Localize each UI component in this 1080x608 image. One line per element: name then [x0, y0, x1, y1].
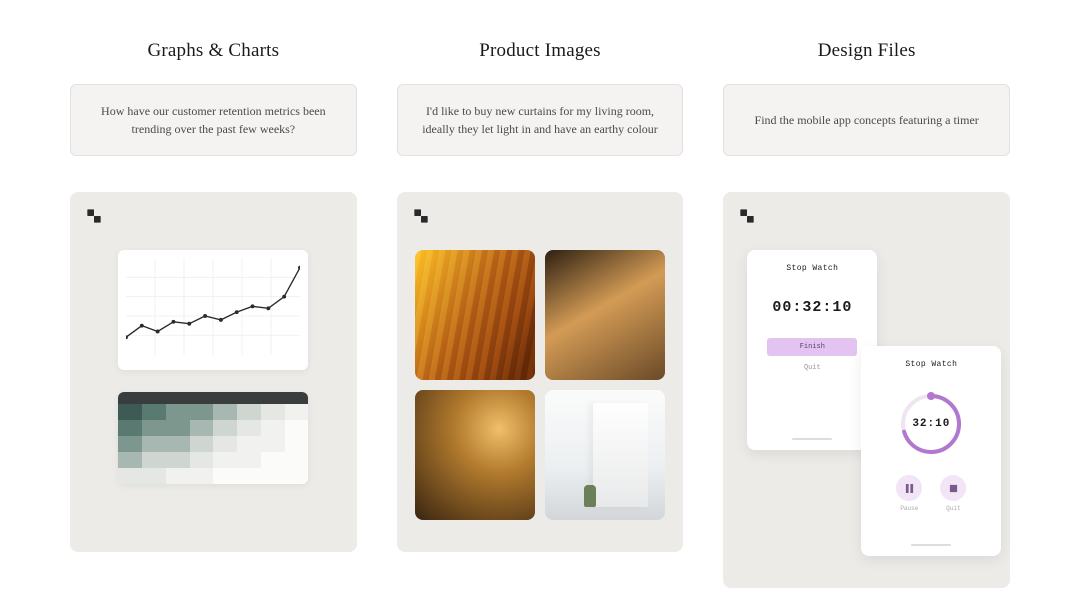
prompt-box[interactable]: How have our customer retention metrics … — [70, 84, 357, 156]
ring-time: 32:10 — [912, 418, 950, 430]
pause-label: Pause — [900, 505, 918, 512]
stopwatch-time: 00:32:10 — [772, 299, 852, 316]
column-title: Product Images — [479, 40, 601, 62]
phone-mockup-a: Stop Watch 00:32:10 Finish Quit — [747, 250, 877, 450]
card-logo-icon — [413, 208, 429, 229]
column-graphs-charts: Graphs & Charts How have our customer re… — [70, 40, 357, 588]
column-title: Design Files — [818, 40, 916, 62]
timer-ring: 32:10 — [896, 389, 966, 459]
product-image-3[interactable] — [415, 390, 535, 520]
quit-link[interactable]: Quit — [804, 364, 821, 372]
result-card-images[interactable] — [397, 192, 684, 552]
result-card-design[interactable]: Stop Watch 00:32:10 Finish Quit Stop Wat… — [723, 192, 1010, 588]
finish-button-label: Finish — [800, 343, 825, 351]
phone-mockup-b: Stop Watch 32:10 — [861, 346, 1001, 556]
heatmap-card — [118, 392, 308, 484]
prompt-text: How have our customer retention metrics … — [89, 102, 338, 138]
product-image-2[interactable] — [545, 250, 665, 380]
prompt-box[interactable]: Find the mobile app concepts featuring a… — [723, 84, 1010, 156]
quit-label: Quit — [946, 505, 960, 512]
stopwatch-title: Stop Watch — [786, 264, 838, 273]
finish-button[interactable]: Finish — [767, 338, 857, 356]
prompt-text: Find the mobile app concepts featuring a… — [755, 111, 979, 129]
card-logo-icon — [86, 208, 102, 229]
stop-icon — [949, 484, 958, 493]
column-title: Graphs & Charts — [147, 40, 279, 62]
product-image-4[interactable] — [545, 390, 665, 520]
prompt-text: I'd like to buy new curtains for my livi… — [416, 102, 665, 138]
pause-button[interactable] — [896, 475, 922, 501]
column-product-images: Product Images I'd like to buy new curta… — [397, 40, 684, 588]
line-chart-card — [118, 250, 308, 370]
stopwatch-title: Stop Watch — [905, 360, 957, 369]
result-card-charts[interactable] — [70, 192, 357, 552]
column-design-files: Design Files Find the mobile app concept… — [723, 40, 1010, 588]
pause-icon — [905, 484, 914, 493]
home-indicator — [792, 438, 832, 440]
prompt-box[interactable]: I'd like to buy new curtains for my livi… — [397, 84, 684, 156]
product-image-1[interactable] — [415, 250, 535, 380]
home-indicator — [911, 544, 951, 546]
card-logo-icon — [739, 208, 755, 229]
stop-button[interactable] — [940, 475, 966, 501]
